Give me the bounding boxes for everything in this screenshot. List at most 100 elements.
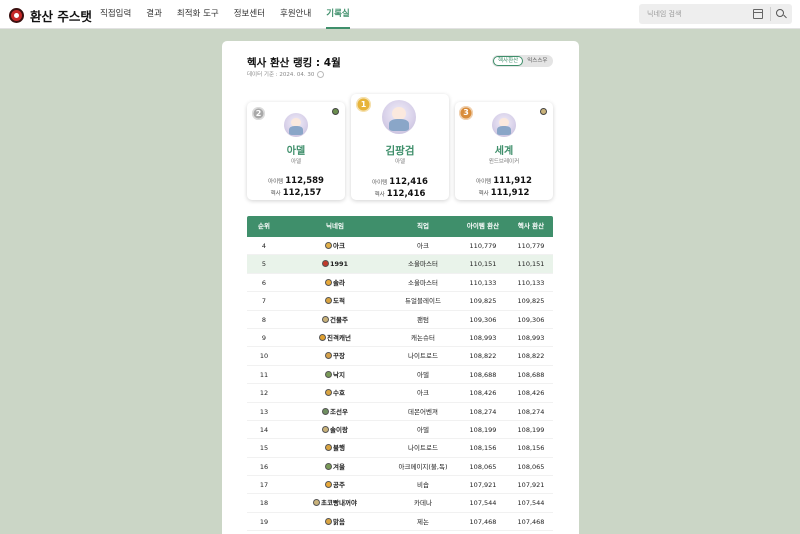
- table-row[interactable]: 17 공주 비숍 107,921 107,921: [247, 476, 553, 495]
- ranking-table: 순위 닉네임 직업 아이템 환산 헥사 환산 4 아크 아크 110,779 110,7…: [247, 216, 553, 532]
- item-score-cell: 107,468: [469, 517, 497, 526]
- job-cell: 아크: [417, 242, 429, 250]
- item-score-cell: 108,156: [469, 444, 497, 453]
- guild-emblem-icon: [332, 108, 339, 115]
- table-row[interactable]: 16 겨울 아크메이지(불,독) 108,065 108,065: [247, 458, 553, 477]
- item-score-cell: 108,993: [469, 333, 497, 342]
- guild-emblem-icon: [322, 425, 330, 433]
- nickname-cell[interactable]: 불행: [281, 439, 389, 456]
- podium-card-rank-3[interactable]: 3 세계 윈드브레이커 아이템 111,912 헥사 111,912: [455, 102, 553, 200]
- nickname-text: 수호: [333, 389, 345, 398]
- item-score-cell: 109,825: [469, 297, 497, 306]
- table-row[interactable]: 7 도적 듀얼블레이드 109,825 109,825: [247, 292, 553, 311]
- job-cell: 듀얼블레이드: [405, 297, 441, 306]
- logo[interactable]: 환산 주스탯: [9, 6, 92, 25]
- job-cell: 나이트로드: [408, 352, 438, 361]
- podium-job: 아델: [394, 159, 406, 165]
- guild-emblem-icon: [325, 444, 333, 452]
- item-score-cell: 110,779: [469, 242, 497, 250]
- nickname-cell[interactable]: 건물주: [281, 311, 389, 328]
- character-avatar: [492, 113, 516, 137]
- table-row[interactable]: 14 솔이랑 아델 108,199 108,199: [247, 421, 553, 440]
- nickname-cell[interactable]: 초코빵내꺼야: [281, 494, 389, 511]
- guild-emblem-icon: [540, 108, 547, 115]
- item-score-cell: 108,822: [469, 352, 497, 361]
- table-row[interactable]: 11 낙지 아델 108,688 108,688: [247, 366, 553, 385]
- rank-cell: 4: [261, 242, 267, 250]
- nickname-text: 진격캐넌: [327, 333, 351, 342]
- nickname-text: 불행: [333, 444, 345, 453]
- nickname-cell[interactable]: 1991: [281, 255, 389, 272]
- nickname-cell[interactable]: 맑음: [281, 513, 389, 530]
- rank-cell: 7: [261, 297, 267, 306]
- item-score-cell: 107,544: [469, 499, 497, 508]
- podium-job: 윈드브레이커: [488, 159, 520, 165]
- table-row[interactable]: 10 꾸장 나이트로드 108,822 108,822: [247, 347, 553, 366]
- nav-item[interactable]: 후원안내: [280, 0, 311, 29]
- rank-cell: 8: [261, 315, 267, 324]
- podium-card-rank-2[interactable]: 2 아델 아델 아이템 112,589 헥사 112,157: [247, 102, 345, 200]
- top-navigation-bar: 환산 주스탯 직접입력 결과 최적화 도구 정보센터 후원안내 기록실: [0, 0, 800, 29]
- guild-emblem-icon: [313, 499, 321, 507]
- nickname-text: 낙지: [333, 370, 345, 379]
- nav-item[interactable]: 결과: [146, 0, 162, 29]
- page-title: 헥사 환산 랭킹 : 4월: [247, 57, 341, 69]
- hexa-score-cell: 109,306: [517, 315, 545, 324]
- guild-emblem-icon: [325, 517, 333, 525]
- nickname-cell[interactable]: 아크: [281, 237, 389, 254]
- character-avatar: [382, 100, 416, 134]
- table-row[interactable]: 4 아크 아크 110,779 110,779: [247, 237, 553, 256]
- job-cell: 나이트로드: [408, 444, 438, 453]
- info-icon[interactable]: [317, 70, 325, 78]
- nav-item[interactable]: 기록실: [326, 0, 350, 29]
- table-row[interactable]: 6 솔라 소울마스터 110,133 110,133: [247, 274, 553, 293]
- nav-item[interactable]: 직접입력: [100, 0, 131, 29]
- table-row[interactable]: 13 조선우 데몬어벤져 108,274 108,274: [247, 403, 553, 421]
- item-score-cell: 108,426: [469, 389, 497, 398]
- podium-job: 아델: [290, 159, 302, 165]
- nickname-text: 건물주: [330, 315, 348, 324]
- guild-emblem-icon: [325, 462, 333, 470]
- job-cell: 비숍: [417, 481, 429, 490]
- nickname-cell[interactable]: 낙지: [281, 366, 389, 383]
- table-row[interactable]: 12 수호 아크 108,426 108,426: [247, 384, 553, 403]
- nickname-cell[interactable]: 솔이랑: [281, 421, 389, 438]
- nickname-cell[interactable]: 꾸장: [281, 347, 389, 364]
- search-icon[interactable]: [776, 9, 784, 17]
- column-header: 순위: [258, 222, 270, 230]
- podium-card-rank-1[interactable]: 1 김팡검 아델 아이템 112,416 헥사 112,416: [351, 94, 449, 200]
- guild-emblem-icon: [325, 242, 333, 249]
- table-row[interactable]: 9 진격캐넌 캐논슈터 108,993 108,993: [247, 329, 553, 348]
- job-cell: 팬텀: [417, 315, 429, 324]
- toggle-option[interactable]: 익스스우: [523, 56, 551, 66]
- nav-item[interactable]: 정보센터: [234, 0, 265, 29]
- toggle-option[interactable]: 헥사환산: [493, 56, 524, 66]
- hexa-score-cell: 109,825: [517, 297, 545, 306]
- table-row[interactable]: 18 초코빵내꺼야 카데나 107,544 107,544: [247, 494, 553, 513]
- nickname-search-input[interactable]: [647, 7, 747, 21]
- rank-cell: 16: [259, 462, 269, 471]
- table-row[interactable]: 15 불행 나이트로드 108,156 108,156: [247, 439, 553, 458]
- column-header: 헥사 환산: [517, 222, 545, 230]
- guild-emblem-icon: [321, 260, 329, 268]
- nickname-cell[interactable]: 도적: [281, 292, 389, 309]
- nickname-cell[interactable]: 수호: [281, 384, 389, 401]
- job-cell: 소울마스터: [408, 260, 438, 269]
- nickname-cell[interactable]: 진격캐넌: [281, 329, 389, 346]
- rank-cell: 15: [259, 444, 269, 453]
- nickname-cell[interactable]: 공주: [281, 476, 389, 493]
- table-row[interactable]: 19 맑음 제논 107,468 107,468: [247, 513, 553, 532]
- nickname-text: 솔이랑: [330, 425, 348, 434]
- nickname-cell[interactable]: 조선우: [281, 403, 389, 420]
- nav-item[interactable]: 최적화 도구: [177, 0, 219, 29]
- rank-cell: 6: [261, 278, 267, 287]
- silver-medal-icon: 2: [252, 107, 265, 120]
- nickname-cell[interactable]: 겨울: [281, 458, 389, 475]
- calendar-icon[interactable]: [753, 9, 763, 19]
- table-row[interactable]: 5 1991 소울마스터 110,151 110,151: [247, 255, 553, 274]
- podium-name: 김팡검: [385, 145, 415, 157]
- column-header: 닉네임: [326, 222, 344, 230]
- table-row[interactable]: 8 건물주 팬텀 109,306 109,306: [247, 311, 553, 329]
- nickname-cell[interactable]: 솔라: [281, 274, 389, 291]
- ranking-type-toggle: 헥사환산 익스스우: [492, 55, 553, 67]
